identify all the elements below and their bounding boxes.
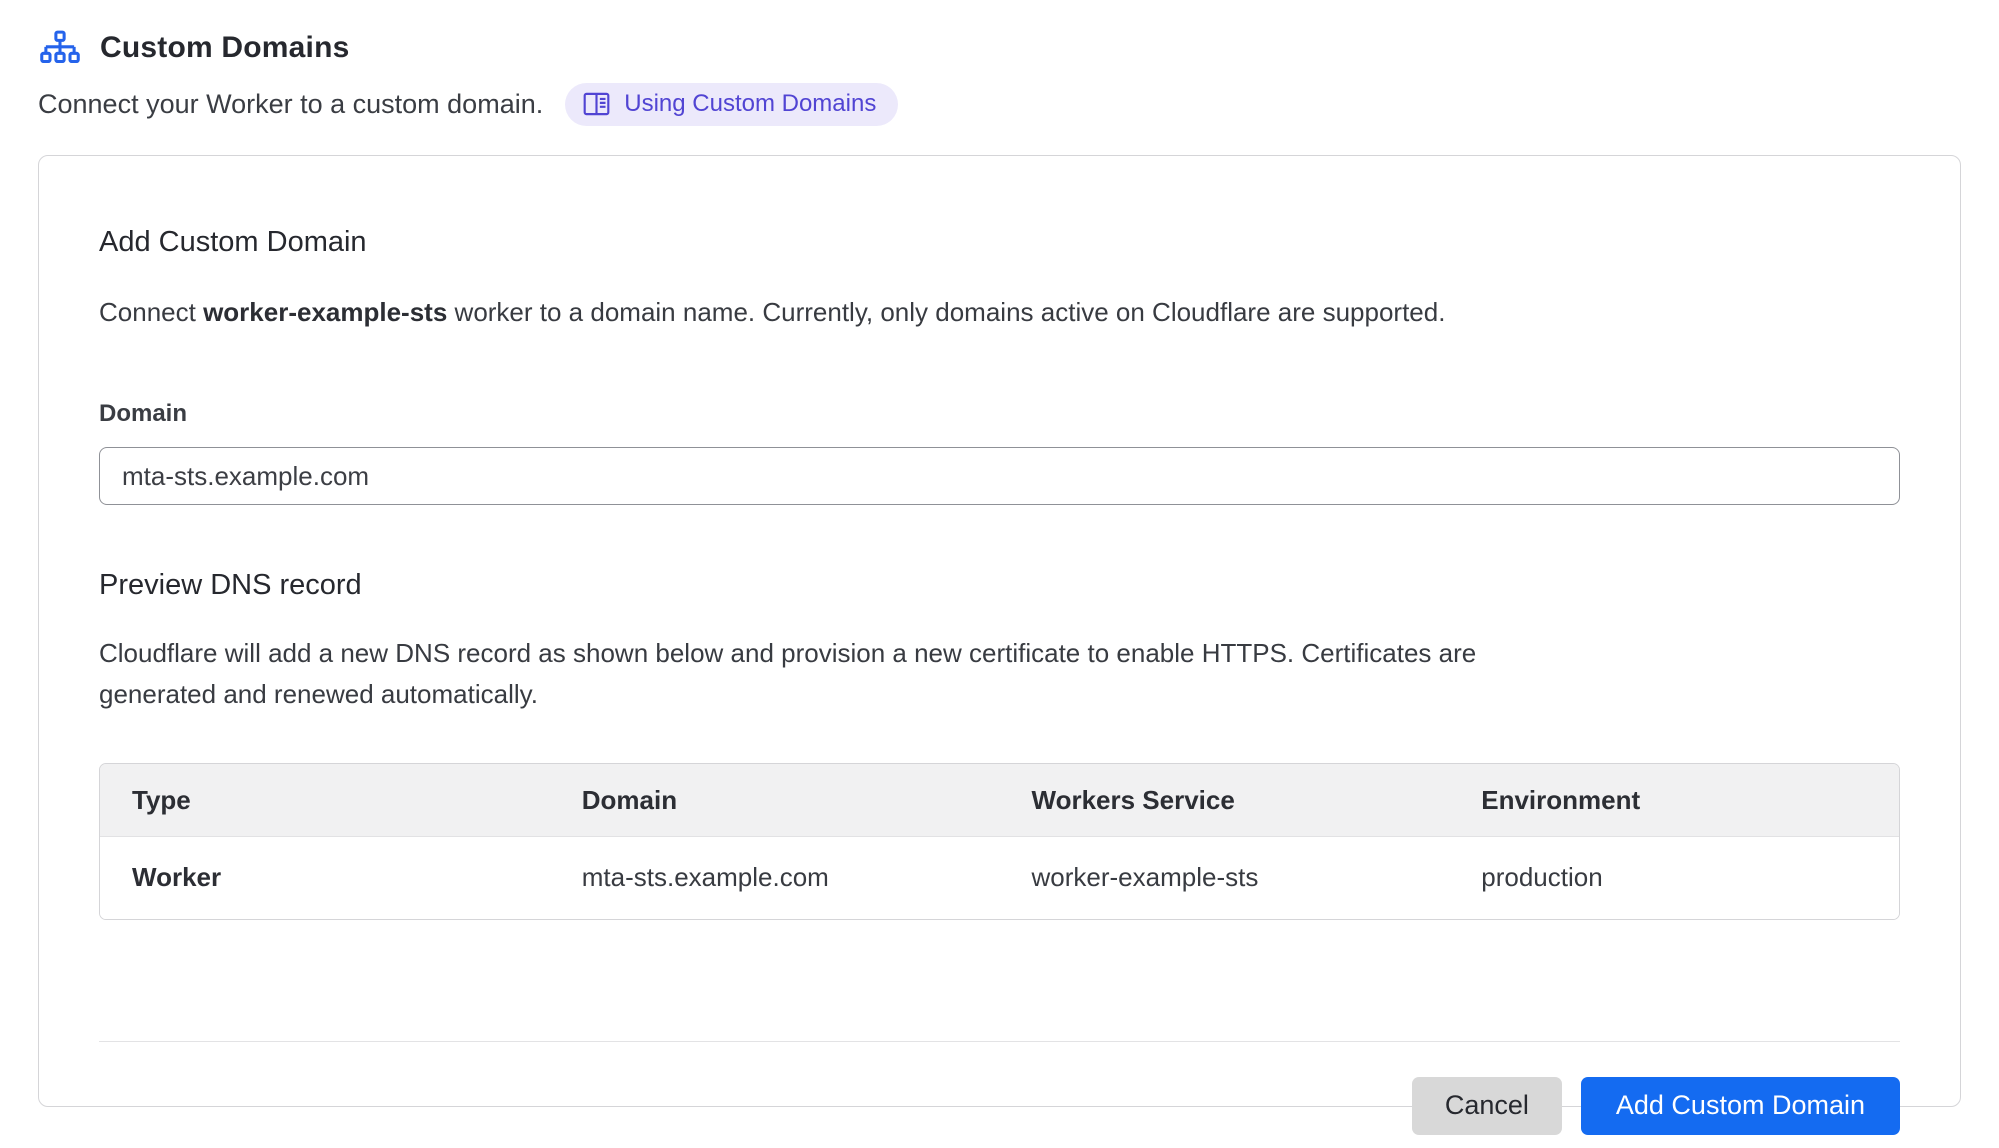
- worker-name: worker-example-sts: [203, 297, 447, 327]
- table-header-row: Type Domain Workers Service Environment: [100, 764, 1899, 837]
- cell-workers-service: worker-example-sts: [1000, 836, 1450, 919]
- cell-domain: mta-sts.example.com: [550, 836, 1000, 919]
- page-title: Custom Domains: [100, 31, 350, 65]
- using-custom-domains-label: Using Custom Domains: [624, 92, 876, 116]
- table-row: Worker mta-sts.example.com worker-exampl…: [100, 836, 1899, 919]
- footer-divider: [99, 1041, 1900, 1042]
- description-suffix: worker to a domain name. Currently, only…: [447, 297, 1445, 327]
- domain-input[interactable]: [99, 447, 1900, 505]
- domain-field-label: Domain: [99, 400, 1900, 428]
- dns-preview-table: Type Domain Workers Service Environment …: [99, 763, 1900, 920]
- preview-dns-record-heading: Preview DNS record: [99, 569, 1900, 602]
- column-header-domain: Domain: [550, 764, 1000, 837]
- page-subheader: Connect your Worker to a custom domain. …: [38, 83, 1961, 126]
- add-custom-domain-card: Add Custom Domain Connect worker-example…: [38, 155, 1961, 1107]
- footer-actions: Cancel Add Custom Domain: [99, 1077, 1900, 1135]
- custom-domains-page: Custom Domains Connect your Worker to a …: [0, 0, 1999, 1107]
- card-description: Connect worker-example-sts worker to a d…: [99, 294, 1900, 330]
- page-subtitle: Connect your Worker to a custom domain.: [38, 89, 543, 120]
- preview-description: Cloudflare will add a new DNS record as …: [99, 633, 1594, 714]
- page-header: Custom Domains: [38, 30, 1961, 66]
- sitemap-icon: [40, 30, 80, 66]
- add-custom-domain-heading: Add Custom Domain: [99, 226, 1900, 259]
- open-book-icon: [583, 92, 610, 116]
- using-custom-domains-link[interactable]: Using Custom Domains: [565, 83, 898, 126]
- cell-environment: production: [1449, 836, 1899, 919]
- add-custom-domain-button[interactable]: Add Custom Domain: [1581, 1077, 1900, 1135]
- column-header-workers-service: Workers Service: [1000, 764, 1450, 837]
- cell-type: Worker: [100, 836, 550, 919]
- column-header-type: Type: [100, 764, 550, 837]
- column-header-environment: Environment: [1449, 764, 1899, 837]
- description-prefix: Connect: [99, 297, 203, 327]
- cancel-button[interactable]: Cancel: [1412, 1077, 1562, 1135]
